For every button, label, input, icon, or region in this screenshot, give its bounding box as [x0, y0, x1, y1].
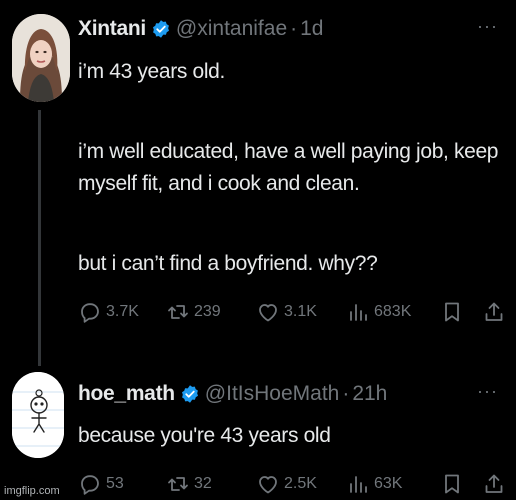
retweet-count: 239: [194, 303, 221, 320]
thread-connector-line: [38, 110, 41, 366]
tweet-text-line: but i can’t find a boyfriend. why??: [78, 252, 378, 275]
like-icon: [259, 304, 277, 322]
share-icon: [485, 474, 503, 493]
views-count: 63K: [374, 475, 403, 492]
like-count: 2.5K: [284, 475, 317, 492]
bookmark-button[interactable]: [440, 300, 468, 324]
like-button[interactable]: 2.5K: [256, 472, 317, 496]
imgflip-watermark: imgflip.com: [4, 485, 60, 497]
author-display-name[interactable]: Xintani: [78, 16, 146, 42]
tweet-actions: 53 32 2.5K 63K: [78, 472, 506, 500]
reply-button[interactable]: 53: [78, 472, 124, 496]
tweet-timestamp[interactable]: 1d: [300, 16, 323, 42]
share-button[interactable]: [482, 472, 510, 496]
like-button[interactable]: 3.1K: [256, 300, 317, 324]
bookmark-icon: [445, 474, 459, 494]
tweet-text-line: myself fit, and i cook and clean.: [78, 172, 360, 195]
author-display-name[interactable]: hoe_math: [78, 381, 175, 407]
like-icon: [259, 476, 277, 494]
tweet-timestamp[interactable]: 21h: [352, 381, 387, 407]
bookmark-button[interactable]: [440, 472, 468, 496]
like-count: 3.1K: [284, 303, 317, 320]
share-button[interactable]: [482, 300, 510, 324]
bookmark-icon: [445, 302, 459, 322]
tweet-text-line: because you're 43 years old: [78, 424, 331, 447]
views-button[interactable]: 63K: [346, 472, 402, 496]
views-icon: [350, 304, 367, 321]
retweet-button[interactable]: 239: [166, 300, 221, 324]
avatar-hoe-math[interactable]: [12, 372, 64, 458]
views-icon: [350, 476, 367, 493]
retweet-icon: [168, 477, 188, 491]
tweet-thread: Xintani @xintanifae · 1d ··· i’m 43 year…: [0, 0, 516, 500]
tweet-actions: 3.7K 239 3.1K 683K: [78, 300, 506, 328]
retweet-button[interactable]: 32: [166, 472, 212, 496]
avatar-xintani[interactable]: [12, 14, 70, 102]
share-icon: [485, 302, 503, 321]
more-icon[interactable]: ···: [477, 382, 498, 400]
retweet-icon: [168, 305, 188, 319]
tweet-text-line: i’m 43 years old.: [78, 60, 225, 83]
tweet-header: hoe_math @ItIsHoeMath · 21h: [78, 381, 387, 407]
separator-dot: ·: [342, 382, 350, 405]
tweet-header: Xintani @xintanifae · 1d: [78, 16, 323, 42]
views-count: 683K: [374, 303, 412, 320]
separator-dot: ·: [290, 17, 298, 40]
views-button[interactable]: 683K: [346, 300, 411, 324]
author-handle[interactable]: @xintanifae: [176, 16, 287, 42]
reply-icon: [81, 475, 99, 495]
avatar-portrait-image: [12, 14, 70, 102]
reply-icon: [81, 303, 99, 323]
verified-icon: [181, 385, 198, 403]
tweet-text-line: i’m well educated, have a well paying jo…: [78, 140, 499, 163]
retweet-count: 32: [194, 475, 212, 492]
avatar-doodle-image: [12, 372, 64, 458]
reply-button[interactable]: 3.7K: [78, 300, 139, 324]
verified-icon: [152, 20, 169, 38]
author-handle[interactable]: @ItIsHoeMath: [205, 381, 340, 407]
reply-count: 53: [106, 475, 124, 492]
more-icon[interactable]: ···: [477, 17, 498, 35]
reply-count: 3.7K: [106, 303, 139, 320]
